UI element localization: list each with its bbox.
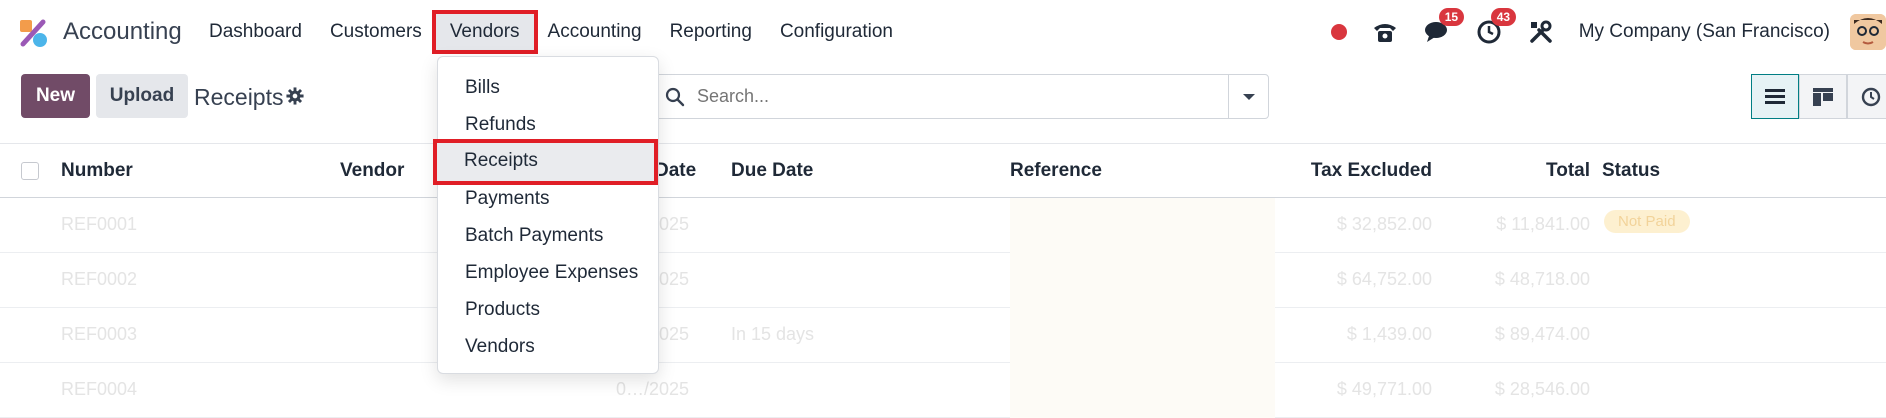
list-icon xyxy=(1765,88,1785,104)
col-number[interactable]: Number xyxy=(61,160,133,182)
caret-down-icon xyxy=(1242,93,1255,100)
vendors-dropdown-menu: Bills Refunds Receipts Payments Batch Pa… xyxy=(433,56,660,374)
cell-total: $ 48,718.00 xyxy=(1494,269,1590,289)
col-due-date[interactable]: Due Date xyxy=(731,160,813,182)
new-button[interactable]: New xyxy=(21,74,90,118)
dropdown-item-payments[interactable]: Payments xyxy=(438,181,660,217)
dropdown-item-employee-expenses[interactable]: Employee Expenses xyxy=(438,255,660,291)
kanban-icon xyxy=(1813,87,1833,106)
cell-tax-excluded: $ 32,852.00 xyxy=(1336,214,1432,234)
col-tax-excluded[interactable]: Tax Excluded xyxy=(1311,160,1432,182)
gear-icon[interactable] xyxy=(286,87,304,105)
menu-reporting[interactable]: Reporting xyxy=(656,14,766,50)
table-row[interactable]: REF0001 …1/2025 $ 32,852.00 $ 11,841.00 … xyxy=(0,198,1886,253)
cell-total: $ 28,546.00 xyxy=(1494,379,1590,399)
cell-tax-excluded: $ 1,439.00 xyxy=(1346,324,1432,344)
status-badge: Not Paid xyxy=(1604,210,1690,233)
reference-cell xyxy=(1010,363,1275,418)
app-name[interactable]: Accounting xyxy=(63,18,182,46)
col-total[interactable]: Total xyxy=(1546,160,1590,182)
user-avatar[interactable] xyxy=(1850,14,1886,50)
kanban-view-button[interactable] xyxy=(1799,74,1847,119)
col-reference[interactable]: Reference xyxy=(1010,160,1102,182)
messages-count-badge: 15 xyxy=(1438,8,1465,26)
cell-number: REF0004 xyxy=(61,379,138,399)
upload-button[interactable]: Upload xyxy=(96,74,188,118)
menu-configuration[interactable]: Configuration xyxy=(766,14,907,50)
cell-tax-excluded: $ 64,752.00 xyxy=(1336,269,1432,289)
menu-accounting[interactable]: Accounting xyxy=(534,14,656,50)
chat-icon[interactable]: 15 xyxy=(1423,8,1465,46)
company-switcher[interactable]: My Company (San Francisco) xyxy=(1579,21,1830,43)
col-vendor[interactable]: Vendor xyxy=(340,160,404,182)
cell-number: REF0002 xyxy=(61,269,138,289)
cell-due: In 15 days xyxy=(731,324,815,344)
table-row[interactable]: REF0004 0…/2025 $ 49,771.00 $ 28,546.00 xyxy=(0,363,1886,418)
col-status[interactable]: Status xyxy=(1602,160,1660,182)
reference-cell xyxy=(1010,253,1275,308)
dropdown-item-refunds[interactable]: Refunds xyxy=(438,107,660,143)
search-bar xyxy=(648,74,1269,119)
breadcrumb: Receipts xyxy=(194,84,284,110)
tools-icon[interactable] xyxy=(1527,18,1555,46)
view-switcher xyxy=(1751,74,1886,119)
clock-icon xyxy=(1861,87,1881,106)
reference-cell xyxy=(1010,308,1275,363)
phone-icon[interactable] xyxy=(1371,18,1399,46)
select-all-checkbox[interactable] xyxy=(21,162,39,180)
search-icon xyxy=(665,87,685,106)
table-header: Number Vendor Date Due Date Reference Ta… xyxy=(0,143,1886,198)
cell-total: $ 89,474.00 xyxy=(1494,324,1590,344)
dropdown-item-products[interactable]: Products xyxy=(438,292,660,328)
activity-view-button[interactable] xyxy=(1847,74,1886,119)
cell-tax-excluded: $ 49,771.00 xyxy=(1336,379,1432,399)
cell-number: REF0003 xyxy=(61,324,138,344)
table-row[interactable]: REF0002 …0/2025 $ 64,752.00 $ 48,718.00 xyxy=(0,253,1886,308)
menu-customers[interactable]: Customers xyxy=(316,14,436,50)
col-date[interactable]: Date xyxy=(655,160,696,182)
dropdown-item-batch-payments[interactable]: Batch Payments xyxy=(438,218,660,254)
reference-cell xyxy=(1010,198,1275,253)
cell-number: REF0001 xyxy=(61,214,138,234)
table-row[interactable]: REF0003 …8/2025 In 15 days $ 1,439.00 $ … xyxy=(0,308,1886,363)
search-input[interactable] xyxy=(697,86,1228,107)
systray: 15 43 My Company (San Francisco) xyxy=(1330,0,1886,64)
list-view-button[interactable] xyxy=(1751,74,1799,119)
menu-vendors[interactable]: Vendors xyxy=(431,10,538,54)
cell-date: 0…/2025 xyxy=(616,379,690,399)
accounting-app-logo-icon[interactable] xyxy=(18,18,48,48)
dropdown-item-bills[interactable]: Bills xyxy=(438,70,660,106)
table-body: REF0001 …1/2025 $ 32,852.00 $ 11,841.00 … xyxy=(0,198,1886,418)
dropdown-item-vendors[interactable]: Vendors xyxy=(438,329,660,365)
main-menu: Dashboard Customers Vendors Accounting R… xyxy=(195,0,907,64)
status-dot-icon[interactable] xyxy=(1330,24,1347,40)
top-navbar: Accounting Dashboard Customers Vendors A… xyxy=(0,0,1886,64)
menu-dashboard[interactable]: Dashboard xyxy=(195,14,316,50)
dropdown-item-receipts[interactable]: Receipts xyxy=(433,139,658,185)
cell-total: $ 11,841.00 xyxy=(1496,214,1590,234)
activity-clock-icon[interactable]: 43 xyxy=(1475,8,1517,46)
activities-count-badge: 43 xyxy=(1490,8,1517,26)
search-options-toggle[interactable] xyxy=(1228,75,1268,118)
